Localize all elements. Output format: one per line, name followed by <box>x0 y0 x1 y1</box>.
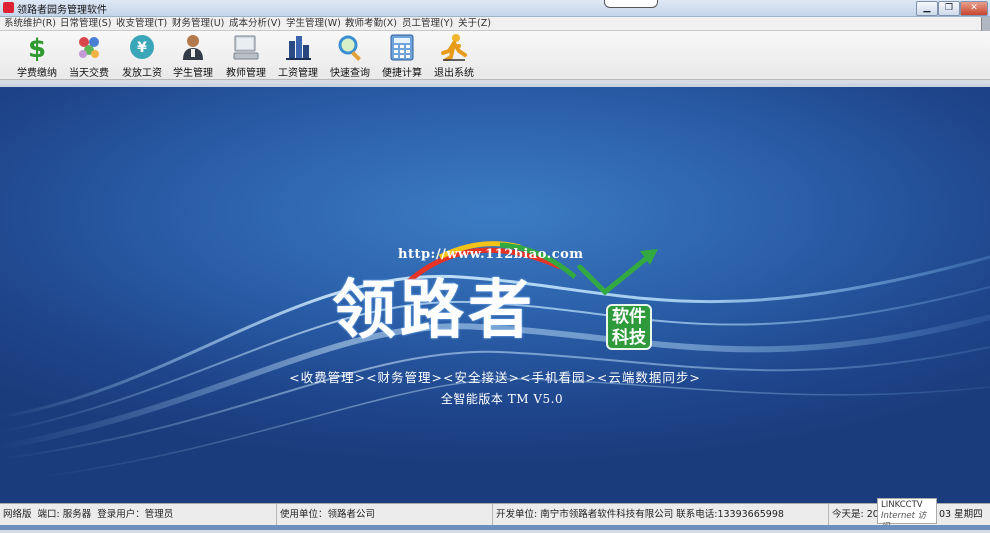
calculator-icon <box>390 34 414 61</box>
svg-text:$: $ <box>28 34 46 61</box>
exit-button[interactable]: 退出系统 <box>427 33 481 79</box>
menu-daily[interactable]: 日常管理(S) <box>60 17 111 30</box>
badge-line-1: 软件 <box>612 307 646 327</box>
tool-label: 学费缴纳 <box>17 68 57 79</box>
status-unit: 使用单位：领路者公司 <box>277 504 493 526</box>
linkcctv-popup[interactable]: LINKCCTV Internet 访问 <box>877 498 937 532</box>
network-mode: 网络版 <box>3 509 32 520</box>
magnifier-icon <box>338 35 361 61</box>
computer-icon <box>233 35 259 60</box>
version-text: 全智能版本 TM V5.0 <box>440 392 564 406</box>
tuition-button[interactable]: $ 学费缴纳 <box>10 33 64 79</box>
tool-label: 学生管理 <box>173 68 213 79</box>
restore-button[interactable]: ❐ <box>938 1 960 16</box>
overlay-title: LINKCCTV <box>881 500 923 510</box>
tool-label: 教师管理 <box>226 68 266 79</box>
quick-search-button[interactable]: 快速查询 <box>323 33 377 79</box>
taskbar <box>0 525 990 530</box>
menu-teacher-attendance[interactable]: 教师考勤(X) <box>345 17 397 30</box>
menu-finance[interactable]: 财务管理(U) <box>172 17 224 30</box>
menu-cost[interactable]: 成本分析(V) <box>229 17 281 30</box>
toolbar: $ 学费缴纳 当天交费 ¥ 发放工资 学生管理 教师管理 工资管理 快速查询 便… <box>0 31 990 80</box>
pay-salary-button[interactable]: ¥ 发放工资 <box>115 33 169 79</box>
status-developer: 开发单位: 南宁市领路者软件科技有限公司 联系电话:13393665998 <box>493 504 829 526</box>
app-icon <box>3 2 14 13</box>
date-weekday: 03 星期四 <box>939 509 983 520</box>
window-decoration <box>604 0 658 8</box>
teacher-management-button[interactable]: 教师管理 <box>219 33 273 79</box>
people-icon <box>79 37 99 58</box>
dollar-icon: $ <box>28 34 46 61</box>
splash-panel: http://www.112biao.com 领路者 软件 科技 <收费管理><… <box>0 84 990 506</box>
close-button[interactable]: ✕ <box>960 1 988 16</box>
company-logo: 领路者 <box>332 273 536 348</box>
salary-management-button[interactable]: 工资管理 <box>271 33 325 79</box>
person-icon <box>183 35 203 60</box>
menu-staff[interactable]: 员工管理(Y) <box>402 17 453 30</box>
menu-about[interactable]: 关于(Z) <box>458 17 491 30</box>
menu-bar: 系统维护(R) 日常管理(S) 收支管理(T) 财务管理(U) 成本分析(V) … <box>0 17 990 31</box>
menu-income[interactable]: 收支管理(T) <box>116 17 167 30</box>
status-bar: 网络版 端口: 服务器 登录用户：管理员 使用单位：领路者公司 开发单位: 南宁市领… <box>0 503 990 526</box>
feature-list: <收费管理><财务管理><安全接送><手机看园><云端数据同步> <box>289 370 701 385</box>
login-user: 登录用户：管理员 <box>97 509 174 520</box>
daily-payment-button[interactable]: 当天交费 <box>62 33 116 79</box>
student-management-button[interactable]: 学生管理 <box>166 33 220 79</box>
yen-icon: ¥ <box>130 35 154 59</box>
port-info: 端口: 服务器 <box>37 509 92 520</box>
tool-label: 快速查询 <box>330 68 370 79</box>
tool-label: 工资管理 <box>278 68 318 79</box>
tool-label: 退出系统 <box>434 68 474 79</box>
badge-line-2: 科技 <box>612 328 646 348</box>
tool-label: 当天交费 <box>69 68 109 79</box>
software-tech-badge: 软件 科技 <box>606 304 652 350</box>
window-title: 领路者园务管理软件 <box>17 5 107 16</box>
tool-label: 发放工资 <box>122 68 162 79</box>
buildings-icon <box>286 36 311 60</box>
tool-label: 便捷计算 <box>382 68 422 79</box>
minimize-button[interactable]: ▁ <box>916 1 938 16</box>
running-man-icon <box>441 34 467 61</box>
calculator-button[interactable]: 便捷计算 <box>375 33 429 79</box>
svg-text:¥: ¥ <box>137 40 147 56</box>
menu-student[interactable]: 学生管理(W) <box>286 17 341 30</box>
status-connection: 网络版 端口: 服务器 登录用户：管理员 <box>0 504 277 526</box>
menu-system[interactable]: 系统维护(R) <box>4 17 56 30</box>
title-bar: 领路者园务管理软件 ▁ ❐ ✕ <box>0 0 990 17</box>
